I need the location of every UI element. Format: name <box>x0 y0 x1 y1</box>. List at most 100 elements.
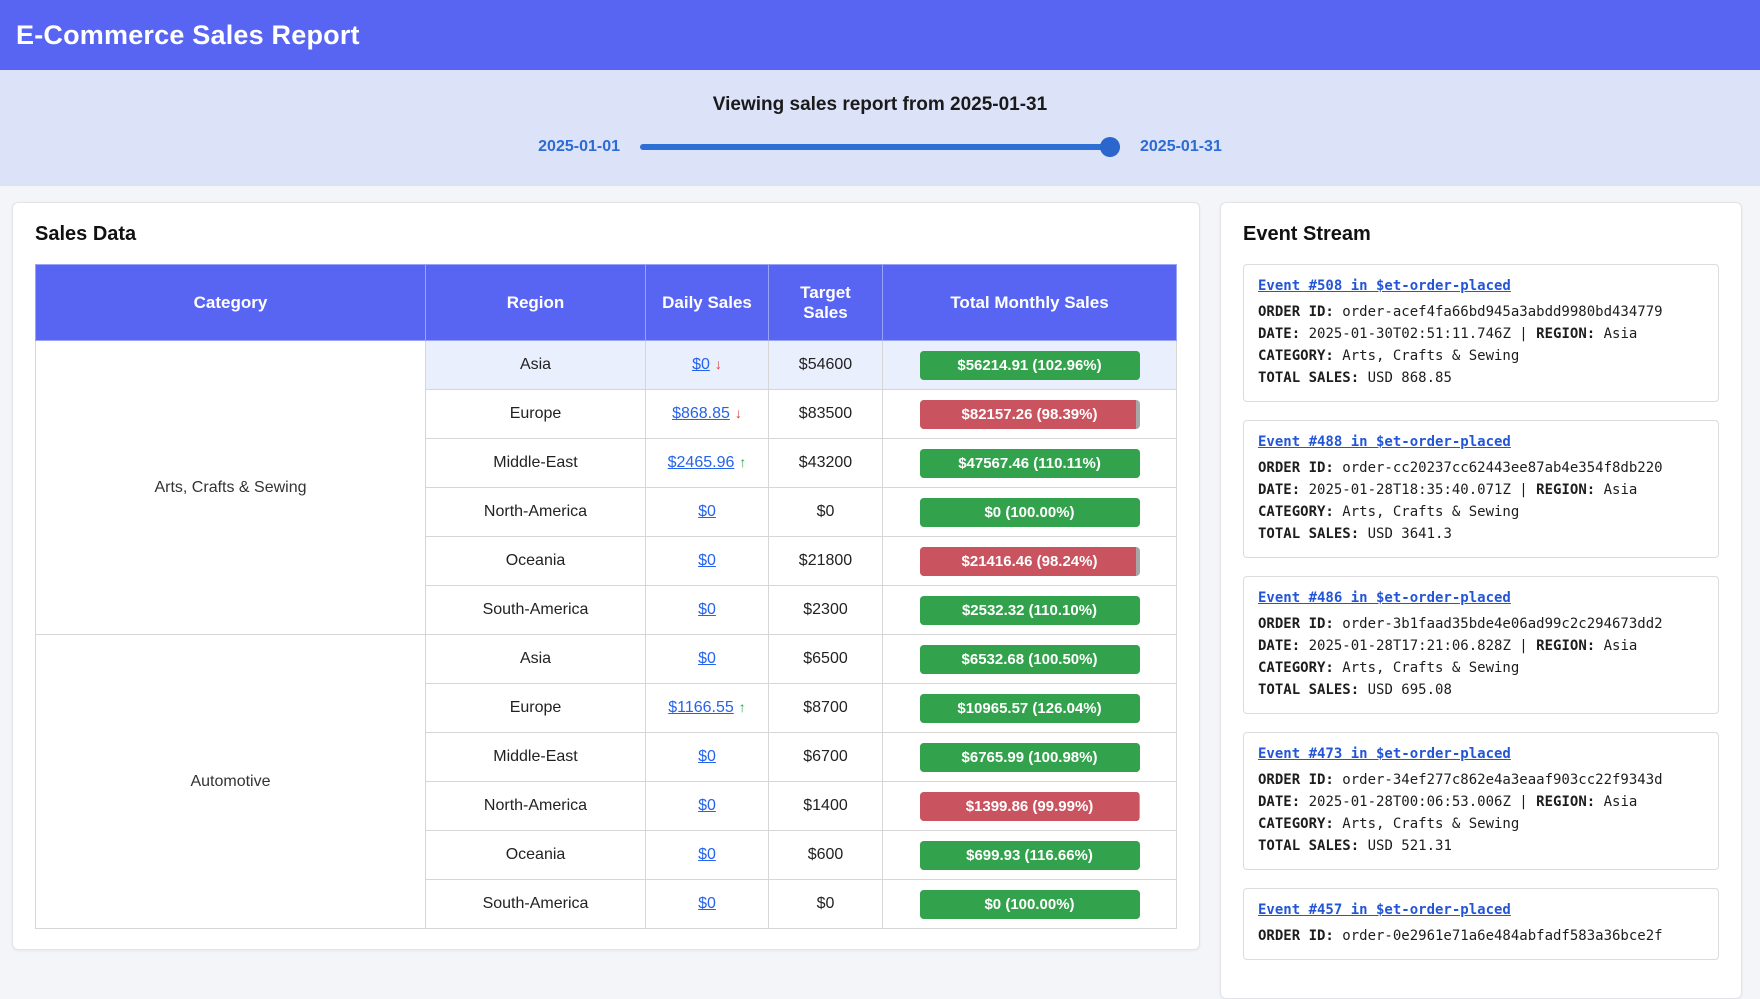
monthly-sales-badge: $21416.46 (98.24%) <box>920 547 1140 576</box>
badge-text: $47567.46 (110.11%) <box>920 449 1140 478</box>
daily-sales-cell: $0 <box>646 586 769 635</box>
monthly-sales-badge: $10965.57 (126.04%) <box>920 694 1140 723</box>
field-label: ORDER ID: <box>1258 460 1334 476</box>
event-link[interactable]: Event #486 in $et-order-placed <box>1258 590 1511 606</box>
target-sales-cell: $2300 <box>769 586 883 635</box>
region-cell: Oceania <box>426 537 646 586</box>
daily-sales-link[interactable]: $0 <box>698 895 716 912</box>
monthly-sales-badge: $6765.99 (100.98%) <box>920 743 1140 772</box>
event-total-sales: TOTAL SALES: USD 3641.3 <box>1258 523 1704 545</box>
badge-text: $56214.91 (102.96%) <box>920 351 1140 380</box>
badge-text: $10965.57 (126.04%) <box>920 694 1140 723</box>
region-cell: Middle-East <box>426 733 646 782</box>
event-card: Event #488 in $et-order-placed ORDER ID: … <box>1243 420 1719 558</box>
app-header: E-Commerce Sales Report <box>0 0 1760 70</box>
badge-text: $82157.26 (98.39%) <box>920 400 1140 429</box>
event-link[interactable]: Event #508 in $et-order-placed <box>1258 278 1511 294</box>
event-order-id: ORDER ID: order-0e2961e71a6e484abfadf583… <box>1258 925 1704 947</box>
monthly-sales-cell: $21416.46 (98.24%) <box>883 537 1177 586</box>
field-label: ORDER ID: <box>1258 928 1334 944</box>
event-order-id: ORDER ID: order-acef4fa66bd945a3abdd9980… <box>1258 301 1704 323</box>
daily-sales-link[interactable]: $0 <box>698 503 716 520</box>
app-title: E-Commerce Sales Report <box>16 20 360 51</box>
field-label: DATE: <box>1258 794 1300 810</box>
daily-sales-link[interactable]: $2465.96 <box>668 454 735 471</box>
daily-sales-cell: $868.85↓ <box>646 390 769 439</box>
monthly-sales-cell: $82157.26 (98.39%) <box>883 390 1177 439</box>
region-cell: North-America <box>426 782 646 831</box>
field-label: DATE: <box>1258 482 1300 498</box>
field-label: REGION: <box>1536 638 1595 654</box>
field-label: CATEGORY: <box>1258 660 1334 676</box>
sales-data-panel: Sales Data CategoryRegionDaily SalesTarg… <box>12 202 1200 950</box>
column-header: Region <box>426 265 646 341</box>
target-sales-cell: $0 <box>769 488 883 537</box>
daily-sales-link[interactable]: $868.85 <box>672 405 730 422</box>
event-order-id: ORDER ID: order-cc20237cc62443ee87ab4e35… <box>1258 457 1704 479</box>
daily-sales-link[interactable]: $0 <box>698 601 716 618</box>
event-link[interactable]: Event #488 in $et-order-placed <box>1258 434 1511 450</box>
target-sales-cell: $6500 <box>769 635 883 684</box>
daily-sales-link[interactable]: $0 <box>692 356 710 373</box>
event-category: CATEGORY: Arts, Crafts & Sewing <box>1258 345 1704 367</box>
daily-sales-cell: $0 <box>646 782 769 831</box>
daily-sales-link[interactable]: $0 <box>698 748 716 765</box>
badge-text: $21416.46 (98.24%) <box>920 547 1140 576</box>
badge-text: $699.93 (116.66%) <box>920 841 1140 870</box>
slider-max-label: 2025-01-31 <box>1140 138 1222 156</box>
field-label: DATE: <box>1258 638 1300 654</box>
date-filter-bar: Viewing sales report from 2025-01-31 202… <box>0 70 1760 186</box>
target-sales-cell: $1400 <box>769 782 883 831</box>
date-slider-track[interactable] <box>640 144 1120 150</box>
daily-sales-link[interactable]: $0 <box>698 797 716 814</box>
region-cell: South-America <box>426 586 646 635</box>
target-sales-cell: $21800 <box>769 537 883 586</box>
daily-sales-link[interactable]: $1166.55 <box>668 699 734 716</box>
daily-sales-cell: $0 <box>646 488 769 537</box>
event-order-id: ORDER ID: order-34ef277c862e4a3eaaf903cc… <box>1258 769 1704 791</box>
field-label: TOTAL SALES: <box>1258 526 1359 542</box>
event-card: Event #486 in $et-order-placed ORDER ID: … <box>1243 576 1719 714</box>
target-sales-cell: $8700 <box>769 684 883 733</box>
daily-sales-cell: $0 <box>646 831 769 880</box>
region-cell: Oceania <box>426 831 646 880</box>
monthly-sales-badge: $2532.32 (110.10%) <box>920 596 1140 625</box>
event-order-id: ORDER ID: order-3b1faad35bde4e06ad99c2c2… <box>1258 613 1704 635</box>
field-label: ORDER ID: <box>1258 616 1334 632</box>
region-cell: Europe <box>426 390 646 439</box>
field-label: TOTAL SALES: <box>1258 370 1359 386</box>
monthly-sales-badge: $0 (100.00%) <box>920 498 1140 527</box>
table-row: AutomotiveAsia$0$6500$6532.68 (100.50%) <box>36 635 1177 684</box>
field-label: CATEGORY: <box>1258 816 1334 832</box>
event-total-sales: TOTAL SALES: USD 695.08 <box>1258 679 1704 701</box>
event-card: Event #457 in $et-order-placed ORDER ID: … <box>1243 888 1719 960</box>
event-total-sales: TOTAL SALES: USD 868.85 <box>1258 367 1704 389</box>
daily-sales-cell: $0 <box>646 537 769 586</box>
field-label: REGION: <box>1536 482 1595 498</box>
monthly-sales-cell: $6765.99 (100.98%) <box>883 733 1177 782</box>
event-category: CATEGORY: Arts, Crafts & Sewing <box>1258 657 1704 679</box>
date-slider-thumb[interactable] <box>1100 137 1120 157</box>
daily-sales-cell: $2465.96↑ <box>646 439 769 488</box>
event-link[interactable]: Event #457 in $et-order-placed <box>1258 902 1511 918</box>
sales-data-title: Sales Data <box>35 223 1177 246</box>
monthly-sales-badge: $699.93 (116.66%) <box>920 841 1140 870</box>
column-header: Category <box>36 265 426 341</box>
daily-sales-link[interactable]: $0 <box>698 846 716 863</box>
region-cell: Asia <box>426 341 646 390</box>
monthly-sales-badge: $1399.86 (99.99%) <box>920 792 1140 821</box>
target-sales-cell: $0 <box>769 880 883 929</box>
badge-text: $1399.86 (99.99%) <box>920 792 1140 821</box>
column-header: Target Sales <box>769 265 883 341</box>
event-card: Event #508 in $et-order-placed ORDER ID: … <box>1243 264 1719 402</box>
daily-sales-cell: $0↓ <box>646 341 769 390</box>
event-link[interactable]: Event #473 in $et-order-placed <box>1258 746 1511 762</box>
daily-sales-link[interactable]: $0 <box>698 552 716 569</box>
field-label: REGION: <box>1536 794 1595 810</box>
event-stream-title: Event Stream <box>1243 223 1719 246</box>
field-label: ORDER ID: <box>1258 304 1334 320</box>
event-stream-panel: Event Stream Event #508 in $et-order-pla… <box>1220 202 1742 999</box>
daily-sales-link[interactable]: $0 <box>698 650 716 667</box>
field-label: CATEGORY: <box>1258 348 1334 364</box>
region-cell: Middle-East <box>426 439 646 488</box>
